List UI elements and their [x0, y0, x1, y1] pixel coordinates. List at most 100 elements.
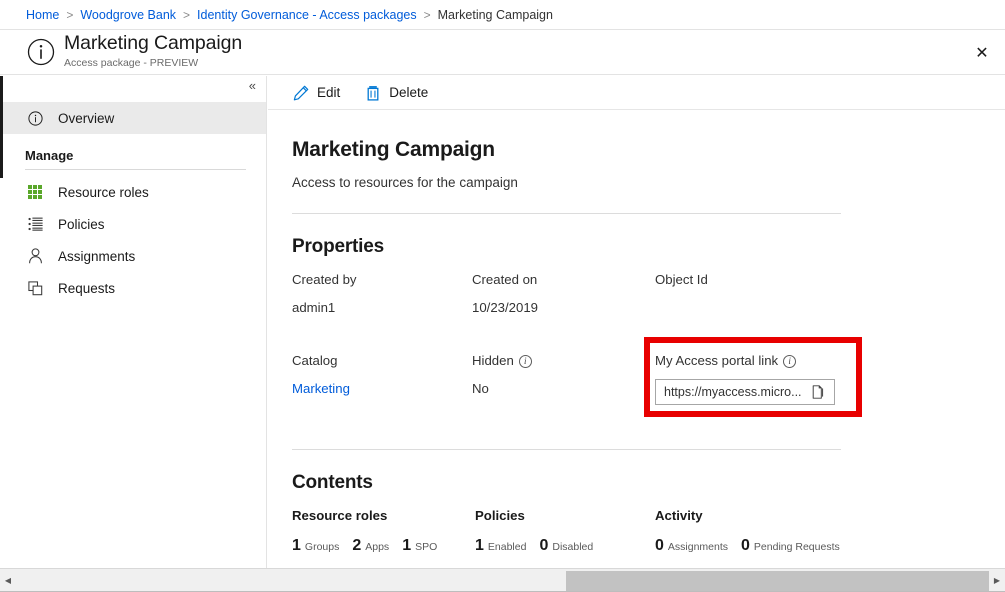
sidebar-item-assignments[interactable]: Assignments	[3, 240, 266, 272]
property-value: admin1	[292, 300, 357, 315]
stat-item: 1 SPO	[402, 537, 437, 555]
properties-grid: Created by admin1 Created on 10/23/2019 …	[292, 272, 1005, 437]
edit-button[interactable]: Edit	[292, 84, 340, 102]
breadcrumb-separator: >	[424, 8, 431, 22]
stat-item: 1 Enabled	[475, 537, 526, 555]
property-label: Hidden i	[472, 353, 532, 368]
stat-caption: Groups	[305, 541, 339, 553]
stat-number: 0	[741, 537, 750, 555]
property-label-text: My Access portal link	[655, 353, 778, 368]
breadcrumb-item-woodgrove-bank[interactable]: Woodgrove Bank	[80, 8, 176, 22]
person-icon	[25, 246, 45, 266]
chevron-double-left-icon[interactable]: «	[249, 79, 256, 92]
stats-values: 0 Assignments 0 Pending Requests	[655, 537, 853, 555]
stats-policies: Policies 1 Enabled 0 Disabled	[475, 508, 606, 555]
stat-caption: Apps	[365, 541, 389, 553]
stat-caption: Pending Requests	[754, 541, 840, 553]
portal-link-field[interactable]: https://myaccess.micro...	[655, 379, 835, 405]
sidebar-collapse-row: «	[3, 76, 266, 102]
sidebar: « Overview Manage Resource roles	[3, 76, 267, 568]
stat-number: 0	[539, 537, 548, 555]
info-icon[interactable]: i	[519, 355, 532, 368]
stats-values: 1 Enabled 0 Disabled	[475, 537, 606, 555]
sidebar-section-manage: Manage	[3, 134, 266, 169]
scrollbar-thumb[interactable]	[566, 571, 989, 591]
property-value: No	[472, 381, 532, 396]
horizontal-scrollbar[interactable]: ◀ ▶	[0, 568, 1005, 592]
stat-item: 0 Pending Requests	[741, 537, 840, 555]
stats-heading: Activity	[655, 508, 853, 523]
resource-title: Marketing Campaign	[292, 138, 1005, 162]
property-label: Object Id	[655, 272, 708, 287]
section-divider	[292, 213, 841, 214]
info-circle-icon	[25, 108, 45, 128]
stats-resource-roles: Resource roles 1 Groups 2 Apps 1 SPO	[292, 508, 450, 555]
property-object-id: Object Id	[655, 272, 708, 300]
delete-button-label: Delete	[389, 85, 428, 100]
scroll-left-arrow-icon[interactable]: ◀	[0, 569, 16, 592]
catalog-link[interactable]: Marketing	[292, 381, 350, 396]
stat-number: 2	[352, 537, 361, 555]
close-icon[interactable]: ✕	[967, 39, 997, 69]
property-hidden: Hidden i No	[472, 353, 532, 396]
stat-caption: SPO	[415, 541, 437, 553]
sidebar-item-label: Assignments	[58, 249, 135, 264]
title-bar: Marketing Campaign Access package - PREV…	[0, 31, 1005, 75]
stat-number: 0	[655, 537, 664, 555]
sidebar-item-label: Overview	[58, 111, 114, 126]
stat-item: 2 Apps	[352, 537, 389, 555]
property-label-text: Hidden	[472, 353, 514, 368]
stat-caption: Assignments	[668, 541, 728, 553]
property-label: Catalog	[292, 353, 350, 368]
properties-row-2: Catalog Marketing Hidden i No My Access …	[292, 353, 1005, 437]
property-label: Created by	[292, 272, 357, 287]
page-title: Marketing Campaign	[64, 32, 242, 55]
scrollbar-track[interactable]	[16, 569, 989, 592]
grid-icon	[25, 182, 45, 202]
contents-stats: Resource roles 1 Groups 2 Apps 1 SPO	[292, 508, 1005, 554]
sidebar-item-policies[interactable]: Policies	[3, 208, 266, 240]
stat-item: 0 Disabled	[539, 537, 593, 555]
sidebar-item-label: Resource roles	[58, 185, 149, 200]
azure-portal-page: Home > Woodgrove Bank > Identity Governa…	[0, 0, 1005, 592]
pencil-icon	[292, 84, 310, 102]
breadcrumb-separator: >	[183, 8, 190, 22]
command-toolbar: Edit Delete	[268, 76, 1005, 110]
breadcrumb-item-current: Marketing Campaign	[438, 8, 553, 22]
delete-button[interactable]: Delete	[364, 84, 428, 102]
stats-values: 1 Groups 2 Apps 1 SPO	[292, 537, 450, 555]
contents-heading: Contents	[292, 472, 1005, 494]
stats-heading: Resource roles	[292, 508, 450, 523]
property-created-on: Created on 10/23/2019	[472, 272, 538, 315]
stat-number: 1	[402, 537, 411, 555]
properties-heading: Properties	[292, 236, 1005, 258]
sidebar-item-overview[interactable]: Overview	[3, 102, 266, 134]
page-subtitle: Access package - PREVIEW	[64, 57, 198, 69]
property-label: Created on	[472, 272, 538, 287]
scroll-right-arrow-icon[interactable]: ▶	[989, 569, 1005, 592]
properties-row-1: Created by admin1 Created on 10/23/2019 …	[292, 272, 1005, 324]
stat-caption: Disabled	[552, 541, 593, 553]
info-icon[interactable]: i	[783, 355, 796, 368]
stat-number: 1	[475, 537, 484, 555]
sidebar-item-resource-roles[interactable]: Resource roles	[3, 176, 266, 208]
sidebar-divider	[25, 169, 246, 170]
copy-icon[interactable]	[810, 383, 828, 401]
breadcrumb-item-identity-governance[interactable]: Identity Governance - Access packages	[197, 8, 417, 22]
property-my-access-portal-link: My Access portal link i https://myaccess…	[655, 353, 835, 405]
breadcrumb-separator: >	[66, 8, 73, 22]
main-content: Edit Delete Marketing Campaign Access to…	[268, 76, 1005, 568]
property-created-by: Created by admin1	[292, 272, 357, 315]
resource-description: Access to resources for the campaign	[292, 175, 1005, 190]
breadcrumb-item-home[interactable]: Home	[26, 8, 59, 22]
list-icon	[25, 214, 45, 234]
sidebar-item-label: Policies	[58, 217, 105, 232]
stat-caption: Enabled	[488, 541, 527, 553]
copy-pages-icon	[25, 278, 45, 298]
sidebar-item-requests[interactable]: Requests	[3, 272, 266, 304]
property-value: 10/23/2019	[472, 300, 538, 315]
property-catalog: Catalog Marketing	[292, 353, 350, 396]
stat-item: 0 Assignments	[655, 537, 728, 555]
edit-button-label: Edit	[317, 85, 340, 100]
trash-icon	[364, 84, 382, 102]
